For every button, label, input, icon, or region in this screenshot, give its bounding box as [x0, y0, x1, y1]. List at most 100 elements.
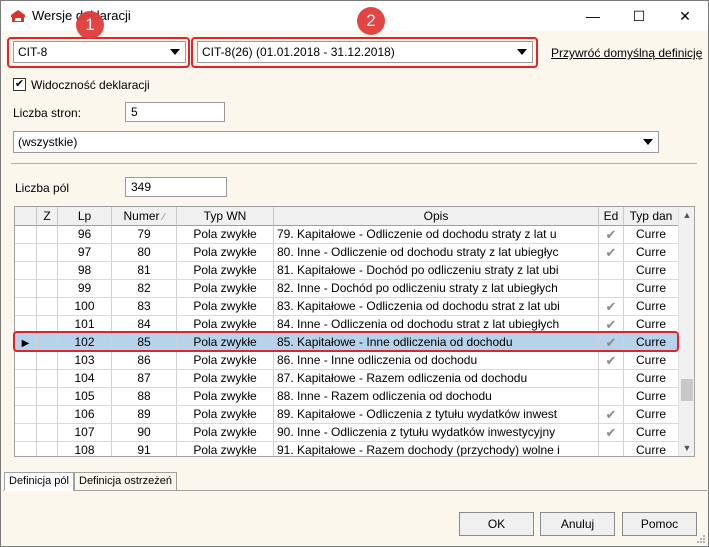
table-row[interactable]: 104 87 Pola zwykłe 87. Kapitałowe - Razem o… [15, 370, 679, 388]
pages-label: Liczba stron: [13, 106, 82, 120]
lp-cell: 104 [58, 370, 112, 388]
table-row[interactable]: 105 88 Pola zwykłe 88. Inne - Razem odlicze… [15, 388, 679, 406]
column-header-opis[interactable]: Opis [274, 207, 599, 226]
ed-cell: ✔ [599, 334, 624, 352]
pages-field[interactable]: 5 [125, 102, 225, 122]
filter-select-value: (wszystkie) [18, 135, 78, 149]
scroll-thumb[interactable] [681, 379, 693, 401]
typ-wn-cell: Pola zwykłe [177, 262, 274, 280]
ed-cell: ✔ [599, 244, 624, 262]
check-icon: ✔ [605, 353, 617, 368]
z-cell [37, 442, 58, 456]
vertical-scrollbar[interactable]: ▲ ▼ [678, 207, 694, 456]
maximize-button[interactable]: ☐ [616, 1, 662, 31]
row-indicator [15, 388, 37, 406]
opis-cell: 87. Kapitałowe - Razem odliczenia od doc… [274, 370, 599, 388]
ed-cell [599, 388, 624, 406]
lp-cell: 102 [58, 334, 112, 352]
visibility-checkbox[interactable]: ✔ [13, 78, 26, 91]
table-row[interactable]: 106 89 Pola zwykłe 89. Kapitałowe - Odlicze… [15, 406, 679, 424]
typ-wn-cell: Pola zwykłe [177, 298, 274, 316]
typ-dan-cell: Curre [624, 316, 679, 334]
lp-cell: 101 [58, 316, 112, 334]
table-row[interactable]: 107 90 Pola zwykłe 90. Inne - Odliczenia z … [15, 424, 679, 442]
minimize-button[interactable]: — [570, 1, 616, 31]
numer-cell: 79 [112, 226, 177, 244]
ed-cell: ✔ [599, 316, 624, 334]
ok-button[interactable]: OK [459, 512, 534, 536]
z-cell [37, 424, 58, 442]
lp-cell: 97 [58, 244, 112, 262]
table-row[interactable]: 101 84 Pola zwykłe 84. Inne - Odliczenia od… [15, 316, 679, 334]
fields-count-field: 349 [125, 177, 227, 197]
opis-cell: 90. Inne - Odliczenia z tytułu wydatków … [274, 424, 599, 442]
typ-dan-cell: Curre [624, 298, 679, 316]
restore-default-definition-link[interactable]: Przywróć domyślną definicję [551, 46, 702, 60]
version-select[interactable]: CIT-8(26) (01.01.2018 - 31.12.2018) [197, 41, 533, 63]
lp-cell: 100 [58, 298, 112, 316]
table-row[interactable]: 96 79 Pola zwykłe 79. Kapitałowe - Odliczen… [15, 226, 679, 244]
resize-grip-icon[interactable] [696, 534, 706, 544]
row-indicator [15, 262, 37, 280]
table-row[interactable]: ▶ 102 85 Pola zwykłe 85. Kapitałowe - Inne o… [15, 334, 679, 352]
scroll-down-icon[interactable]: ▼ [679, 440, 694, 456]
chevron-down-icon [170, 49, 180, 55]
table-row[interactable]: 108 91 Pola zwykłe 91. Kapitałowe - Razem d… [15, 442, 679, 456]
ed-cell: ✔ [599, 406, 624, 424]
typ-dan-cell: Curre [624, 280, 679, 298]
z-cell [37, 298, 58, 316]
column-header-z[interactable]: Z [37, 207, 58, 226]
help-button[interactable]: Pomoc [622, 512, 697, 536]
row-indicator [15, 280, 37, 298]
tab-warning-definition[interactable]: Definicja ostrzeżeń [74, 472, 177, 491]
cancel-button[interactable]: Anuluj [540, 512, 615, 536]
column-header-ed[interactable]: Ed [599, 207, 624, 226]
column-header-numer[interactable]: Numer ⁄ [112, 207, 177, 226]
typ-dan-cell: Curre [624, 370, 679, 388]
column-header-typ-dan[interactable]: Typ dan [624, 207, 679, 226]
column-header-typ-wn[interactable]: Typ WN [177, 207, 274, 226]
title-bar: Wersje deklaracji — ☐ ✕ [1, 1, 708, 31]
lp-cell: 99 [58, 280, 112, 298]
declaration-select[interactable]: CIT-8 [13, 41, 186, 63]
declaration-select-value: CIT-8 [18, 45, 48, 59]
typ-dan-cell: Curre [624, 334, 679, 352]
z-cell [37, 406, 58, 424]
opis-cell: 79. Kapitałowe - Odliczenie od dochodu s… [274, 226, 599, 244]
typ-dan-cell: Curre [624, 424, 679, 442]
numer-cell: 86 [112, 352, 177, 370]
typ-wn-cell: Pola zwykłe [177, 406, 274, 424]
row-indicator [15, 442, 37, 456]
opis-cell: 89. Kapitałowe - Odliczenia z tytułu wyd… [274, 406, 599, 424]
check-icon: ✔ [605, 245, 617, 260]
numer-cell: 91 [112, 442, 177, 456]
chevron-down-icon [517, 49, 527, 55]
app-logo-icon [11, 10, 25, 22]
table-row[interactable]: 103 86 Pola zwykłe 86. Inne - Inne odliczen… [15, 352, 679, 370]
lp-cell: 107 [58, 424, 112, 442]
fields-count-label: Liczba pól [15, 181, 70, 195]
table-row[interactable]: 100 83 Pola zwykłe 83. Kapitałowe - Odlicze… [15, 298, 679, 316]
typ-wn-cell: Pola zwykłe [177, 316, 274, 334]
callout-badge-2: 2 [357, 7, 385, 35]
typ-dan-cell: Curre [624, 442, 679, 456]
close-button[interactable]: ✕ [662, 1, 708, 31]
version-select-value: CIT-8(26) (01.01.2018 - 31.12.2018) [202, 45, 395, 59]
typ-dan-cell: Curre [624, 262, 679, 280]
row-indicator [15, 226, 37, 244]
table-row[interactable]: 98 81 Pola zwykłe 81. Kapitałowe - Dochód p… [15, 262, 679, 280]
z-cell [37, 262, 58, 280]
ed-cell: ✔ [599, 226, 624, 244]
sort-indicator-icon: ⁄ [162, 212, 165, 223]
fields-grid[interactable]: Z Lp Numer ⁄ Typ WN Opis Ed Typ dan 96 79… [14, 206, 695, 457]
scroll-up-icon[interactable]: ▲ [679, 207, 694, 223]
ed-cell [599, 370, 624, 388]
check-icon: ✔ [605, 227, 617, 242]
tab-field-definition[interactable]: Definicja pól [4, 472, 74, 491]
table-row[interactable]: 97 80 Pola zwykłe 80. Inne - Odliczenie od … [15, 244, 679, 262]
ed-cell: ✔ [599, 352, 624, 370]
filter-select[interactable]: (wszystkie) [13, 131, 659, 153]
column-header-lp[interactable]: Lp [58, 207, 112, 226]
table-row[interactable]: 99 82 Pola zwykłe 82. Inne - Dochód po odli… [15, 280, 679, 298]
typ-dan-cell: Curre [624, 406, 679, 424]
